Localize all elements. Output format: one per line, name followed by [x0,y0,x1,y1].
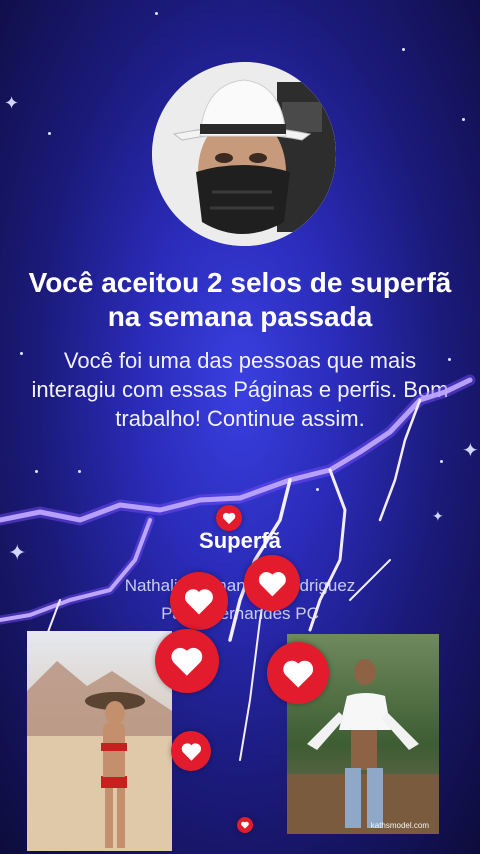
heart-icon [185,589,213,615]
superfan-name[interactable]: Nathalia Fernandes Rodriguez [60,572,420,600]
superfan-label: Superfã [199,528,281,553]
heart-reaction-icon [216,505,242,531]
heart-reaction-icon [244,555,300,611]
heart-icon [258,571,286,597]
heart-reaction-icon [171,731,211,771]
heart-icon [171,648,203,676]
heart-reaction-icon [155,629,219,693]
heart-reaction-icon [237,817,253,833]
heart-icon [222,512,236,525]
heart-reaction-icon [267,642,329,704]
photo-left-illustration [27,661,172,851]
profile-photo-left[interactable] [27,631,172,851]
superfan-name[interactable]: Paula Fernandes PC [60,600,420,628]
superfan-names: Nathalia Fernandes Rodriguez Paula Ferna… [60,572,420,628]
heart-icon [181,742,201,761]
heart-icon [241,821,249,829]
photo-watermark: kathsmodel.com [370,821,429,830]
heart-reaction-icon [170,572,228,630]
heart-icon [283,660,313,688]
